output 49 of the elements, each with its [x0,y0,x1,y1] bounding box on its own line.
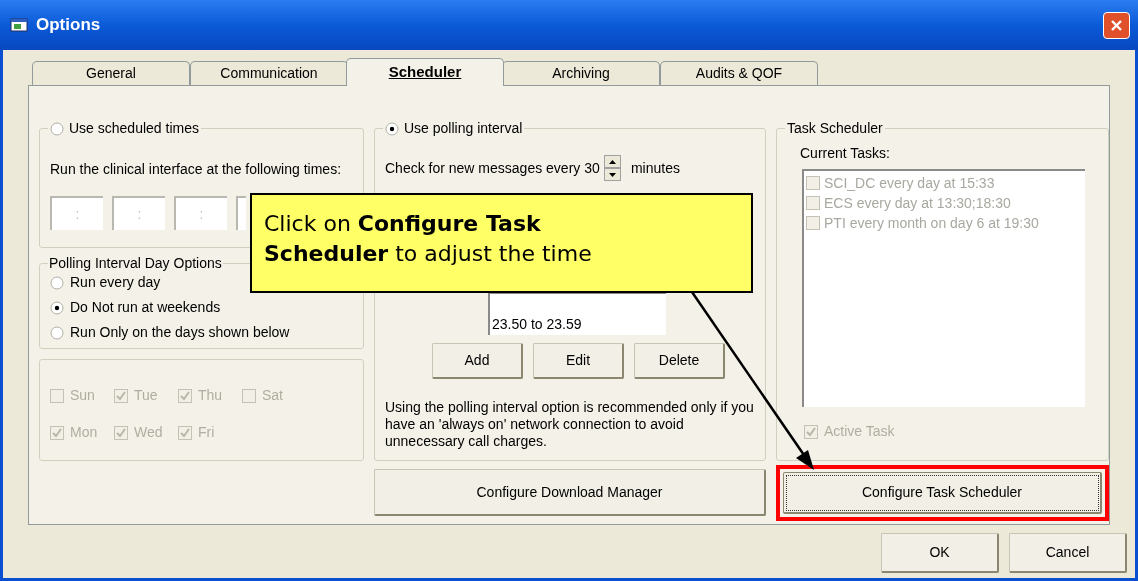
window-icon [10,17,28,33]
interval-value: 30 [584,158,600,178]
close-icon [1110,18,1123,32]
radio-label: Use scheduled times [69,119,199,138]
checkbox-label: Wed [134,423,164,442]
spin-control[interactable] [603,155,621,181]
list-button[interactable]: Add [432,343,523,379]
list-button[interactable]: Edit [533,343,624,379]
dialog-button[interactable]: OK [881,533,999,573]
download-manager-button[interactable]: Configure Download Manager [374,469,766,516]
radio-button[interactable] [50,300,64,315]
task-scheduler-button[interactable]: Configure Task Scheduler [783,472,1102,514]
checkbox-label: Mon [70,423,99,442]
prompt-text: Run the clinical interface at the following times: [50,160,343,179]
radio-label: Use polling interval [404,119,523,138]
window-title: Options [36,14,102,37]
radio-button[interactable] [50,121,64,136]
up-arrow-icon [608,159,616,164]
down-arrow-icon [608,172,616,177]
checkbox-label: Fri [198,423,216,442]
radio-button[interactable] [385,121,399,136]
callout-tooltip: Click on Configure Task Scheduler to adjust the time [250,193,753,293]
radio-label: Do Not run at weekends [70,298,221,317]
tab[interactable]: General [32,61,190,85]
tab[interactable]: Communication [190,61,348,85]
list-label: Current Tasks: [800,144,891,163]
tab[interactable]: Scheduler [346,58,504,86]
radio-label: Run Only on the days shown below [70,323,290,342]
note-text: Using the polling interval option is recommended only if you have an 'always on' network connection to avoid unnecessary call charges. [385,399,755,450]
list-button[interactable]: Delete [634,343,725,379]
dialog-button[interactable]: Cancel [1009,533,1127,573]
checkbox-label: Tue [134,386,159,405]
tab[interactable]: Audits & QOF [660,61,818,85]
radio-button[interactable] [50,275,64,290]
tab[interactable]: Archiving [502,61,660,85]
times-list[interactable]: 23.50 to 23.59 [488,292,666,335]
group-title: Task Scheduler [786,119,884,138]
radio-button[interactable] [50,325,64,340]
list-item[interactable]: 23.50 to 23.59 [490,316,666,333]
checkbox-label: Thu [198,386,224,405]
interval-unit: minutes [630,158,680,178]
time-field[interactable] [236,196,246,230]
checkbox-label: Active Task [824,422,895,441]
checkbox-label: Sun [70,386,96,405]
interval-label: Check for new messages every [385,158,581,178]
group-title: Polling Interval Day Options [48,254,223,273]
radio-label: Run every day [70,273,161,292]
close-button[interactable] [1103,11,1130,39]
checkbox-label: Sat [262,386,284,405]
